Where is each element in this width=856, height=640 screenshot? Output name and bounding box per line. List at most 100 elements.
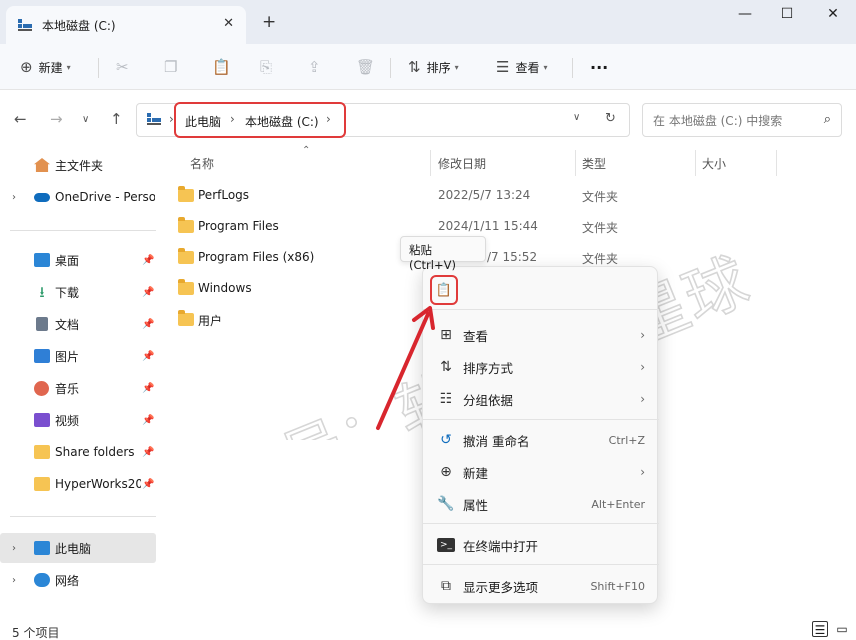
column-header-size[interactable]: 大小 [702,155,726,172]
details-view-icon[interactable]: ☰ [812,621,828,637]
column-divider[interactable] [430,150,431,176]
chevron-right-icon: › [640,392,645,406]
sidebar-item-documents[interactable]: 文档 📌 [0,309,156,339]
sidebar-item-share-folders[interactable]: Share folders 📌 [0,437,156,467]
menu-item-group[interactable]: ☷ 分组依据 › [423,384,659,414]
home-icon [34,158,50,172]
file-row[interactable]: PerfLogs 2022/5/7 13:24 文件夹 [170,181,630,211]
maximize-button[interactable]: ☐ [772,6,802,22]
sidebar-item-pictures[interactable]: 图片 📌 [0,341,156,371]
sort-icon: ⇅ [408,58,421,76]
pin-icon[interactable]: 📌 [142,255,154,266]
file-name: 用户 [198,314,223,328]
menu-item-more-options[interactable]: ⧉ 显示更多选项 Shift+F10 [423,571,659,601]
pin-icon[interactable]: 📌 [142,479,154,490]
more-icon: ··· [590,57,609,77]
column-divider[interactable] [695,150,696,176]
navigation-pane: 主文件夹 › OneDrive - Perso 桌面 📌 ⭳ 下载 📌 文档 📌… [0,148,158,618]
sidebar-item-onedrive[interactable]: › OneDrive - Perso [0,182,156,212]
delete-button[interactable]: 🗑 [356,54,375,80]
pin-icon[interactable]: 📌 [142,351,154,362]
column-header-type[interactable]: 类型 [582,155,606,172]
column-header-modified[interactable]: 修改日期 [438,155,486,172]
column-divider[interactable] [776,150,777,176]
column-divider[interactable] [575,150,576,176]
menu-label: 在终端中打开 [463,538,539,554]
minimize-button[interactable]: — [730,6,760,22]
forward-arrow-icon[interactable]: → [50,110,63,128]
sidebar-item-downloads[interactable]: ⭳ 下载 📌 [0,277,156,307]
terminal-icon: >_ [437,538,455,552]
download-icon: ⭳ [39,283,45,301]
menu-label: 分组依据 [463,392,514,408]
recent-chevron-icon[interactable]: ∨ [82,114,89,125]
divider [10,516,156,517]
folder-icon [34,477,50,491]
context-menu: ⊞ 查看 › ⇅ 排序方式 › ☷ 分组依据 › ↺ 撤消 重命名 Ctrl+Z… [422,266,659,604]
sidebar-item-videos[interactable]: 视频 📌 [0,405,156,435]
paste-button[interactable]: 📋 [212,54,231,80]
clipboard-icon: 📋 [435,282,453,298]
new-tab-button[interactable]: + [262,12,276,32]
menu-item-view[interactable]: ⊞ 查看 › [423,320,659,350]
sidebar-item-desktop[interactable]: 桌面 📌 [0,245,156,275]
open-external-icon: ⧉ [441,578,451,594]
document-icon [36,317,48,331]
sort-button[interactable]: ⇅ 排序 ▾ [408,54,459,80]
new-button[interactable]: ⊕ 新建 ▾ [20,54,71,80]
file-date: 2024/1/11 15:44 [438,219,538,233]
sort-label: 排序 [426,60,451,75]
sidebar-item-home[interactable]: 主文件夹 [0,150,156,180]
column-header-name[interactable]: 名称 [190,155,214,172]
view-label: 查看 [515,60,540,75]
chevron-right-icon: › [12,574,16,586]
pin-icon[interactable]: 📌 [142,447,154,458]
menu-item-terminal[interactable]: >_ 在终端中打开 [423,530,659,560]
folder-icon [178,217,194,233]
divider [423,564,659,565]
address-dropdown-icon[interactable]: ∨ [573,112,580,123]
more-options-button[interactable]: ··· [590,54,608,80]
chevron-right-icon: › [640,328,645,342]
rename-button[interactable]: ⎘ [260,54,272,80]
divider [390,58,391,78]
pin-icon[interactable]: 📌 [142,287,154,298]
sidebar-item-hyperworks[interactable]: HyperWorks20 📌 [0,469,156,499]
menu-item-properties[interactable]: 🔧 属性 Alt+Enter [423,489,659,519]
file-date: /7 15:52 [487,250,538,264]
chevron-down-icon: ▾ [66,62,71,72]
pin-icon[interactable]: 📌 [142,415,154,426]
sidebar-item-this-pc[interactable]: › 此电脑 [0,533,156,563]
tab-local-disk[interactable]: 本地磁盘 (C:) ✕ [6,6,246,44]
close-tab-icon[interactable]: ✕ [223,16,234,31]
cut-button[interactable]: ✂ [116,54,129,80]
copy-button[interactable]: ❐ [164,54,177,80]
file-type: 文件夹 [582,190,619,204]
pin-icon[interactable]: 📌 [142,383,154,394]
menu-item-sort[interactable]: ⇅ 排序方式 › [423,352,659,382]
up-arrow-icon[interactable]: ↑ [110,110,123,128]
tab-title: 本地磁盘 (C:) [42,18,116,33]
chevron-right-icon: › [640,465,645,479]
sidebar-item-network[interactable]: › 网络 [0,565,156,595]
pin-icon[interactable]: 📌 [142,319,154,330]
search-placeholder: 在 本地磁盘 (C:) 中搜索 [653,113,783,128]
view-button[interactable]: ☰ 查看 ▾ [496,54,547,80]
menu-item-undo[interactable]: ↺ 撤消 重命名 Ctrl+Z [423,425,659,455]
file-type: 文件夹 [582,252,619,266]
sidebar-item-label: 此电脑 [55,541,92,556]
divider [423,523,659,524]
tiles-view-icon[interactable]: ▭ [834,621,850,637]
search-input[interactable]: 在 本地磁盘 (C:) 中搜索 ⌕ [642,103,842,137]
close-window-button[interactable]: ✕ [818,6,848,22]
back-arrow-icon[interactable]: ← [14,110,27,128]
title-bar: 本地磁盘 (C:) ✕ + — ☐ ✕ [0,0,856,44]
copy-icon: ❐ [164,58,178,76]
sidebar-item-music[interactable]: 音乐 📌 [0,373,156,403]
file-name: Program Files (x86) [198,250,315,264]
drive-icon [18,19,32,31]
divider [98,58,99,78]
refresh-icon[interactable]: ↻ [605,111,616,126]
menu-item-new[interactable]: ⊕ 新建 › [423,457,659,487]
share-button[interactable]: ⇪ [308,54,321,80]
